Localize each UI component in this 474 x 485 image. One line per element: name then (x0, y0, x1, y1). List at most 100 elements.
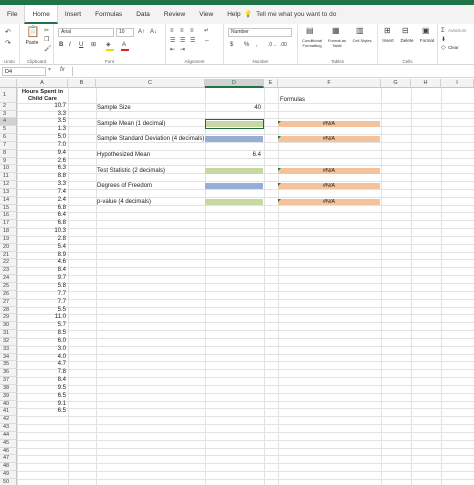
hours-value[interactable]: 9.7 (17, 275, 67, 283)
hours-value[interactable]: 2.8 (17, 236, 67, 244)
hours-value[interactable]: 3.0 (17, 346, 67, 354)
hours-value[interactable]: 10.7 (17, 103, 67, 111)
hours-value[interactable]: 5.8 (17, 283, 67, 291)
row-header-11[interactable]: 11 (0, 173, 17, 182)
row-header-18[interactable]: 18 (0, 228, 17, 236)
hours-value[interactable]: 1.3 (17, 126, 67, 134)
label-pvalue[interactable]: p-value (4 decimals) (97, 199, 151, 205)
formula-sample-mean[interactable]: #N/A (278, 121, 380, 127)
row-header-50[interactable]: 50 (0, 479, 17, 485)
hyp-mean-value[interactable]: 6.4 (205, 152, 261, 158)
row-header-17[interactable]: 17 (0, 220, 17, 229)
hours-value[interactable]: 8.8 (17, 173, 67, 181)
increase-decimal-icon[interactable]: .0→ (268, 41, 277, 49)
row-header-9[interactable]: 9 (0, 157, 17, 166)
row-header-22[interactable]: 22 (0, 259, 17, 268)
row-header-44[interactable]: 44 (0, 431, 17, 440)
fill-color-icon[interactable]: ◈ (106, 41, 111, 49)
row-header-4[interactable]: 4 (0, 118, 17, 127)
row-header-32[interactable]: 32 (0, 337, 17, 346)
row-header-16[interactable]: 16 (0, 212, 17, 221)
row-header-7[interactable]: 7 (0, 141, 17, 150)
format-cells-icon[interactable]: ▣ (422, 27, 430, 35)
hours-value[interactable]: 9.1 (17, 401, 67, 409)
row-header-34[interactable]: 34 (0, 353, 17, 362)
hours-value[interactable]: 8.4 (17, 377, 67, 385)
column-header-g[interactable]: G (381, 79, 411, 88)
hours-value[interactable]: 7.0 (17, 142, 67, 150)
label-sample-sd[interactable]: Sample Standard Deviation (4 decimals) (97, 136, 204, 142)
align-right-icon[interactable]: ☰ (190, 37, 195, 45)
shrink-font-icon[interactable]: A↓ (150, 28, 157, 36)
conditional-formatting-button[interactable]: Conditional Formatting (299, 38, 325, 48)
row-header-48[interactable]: 48 (0, 463, 17, 472)
column-header-c[interactable]: C (96, 79, 205, 88)
row-header-14[interactable]: 14 (0, 196, 17, 205)
percent-button[interactable]: % (244, 41, 249, 49)
label-sample-size[interactable]: Sample Size (97, 105, 131, 111)
row-header-13[interactable]: 13 (0, 188, 17, 197)
sample-sd-input[interactable] (205, 136, 263, 142)
row-header-2[interactable]: 2 (0, 102, 17, 111)
copy-icon[interactable]: ❐ (44, 36, 49, 44)
underline-icon[interactable]: U (79, 41, 83, 49)
conditional-formatting-icon[interactable]: ▤ (306, 27, 314, 35)
autosum-button[interactable]: AutoSum (448, 28, 467, 34)
hours-value[interactable]: 8.5 (17, 330, 67, 338)
row-header-37[interactable]: 37 (0, 377, 17, 385)
hours-value[interactable]: 4.0 (17, 354, 67, 362)
merge-center-icon[interactable]: ⇔ (204, 37, 210, 45)
dof-input[interactable] (205, 183, 263, 189)
hours-value[interactable]: 8.4 (17, 267, 67, 275)
eraser-icon[interactable]: ◇ (441, 44, 446, 52)
row-header-19[interactable]: 19 (0, 235, 17, 244)
format-painter-icon[interactable]: 🖌 (44, 45, 52, 53)
column-header-e[interactable]: E (264, 79, 278, 88)
column-header-d[interactable]: D (205, 79, 264, 88)
borders-icon[interactable]: ⊞ (91, 41, 96, 49)
hours-value[interactable]: 3.5 (17, 118, 67, 126)
decrease-indent-icon[interactable]: ⇤ (170, 46, 175, 54)
row-header-12[interactable]: 12 (0, 181, 17, 189)
column-header-i[interactable]: I (441, 79, 474, 88)
row-header-29[interactable]: 29 (0, 314, 17, 323)
row-header-41[interactable]: 41 (0, 408, 17, 417)
row-header-26[interactable]: 26 (0, 290, 17, 299)
row-header-21[interactable]: 21 (0, 251, 17, 260)
cell-styles-icon[interactable]: ▥ (356, 27, 364, 35)
undo-icon[interactable]: ↶ (5, 29, 11, 37)
row-header-5[interactable]: 5 (0, 126, 17, 135)
row-header-23[interactable]: 23 (0, 267, 17, 276)
row-header-40[interactable]: 40 (0, 400, 17, 409)
tab-home[interactable]: Home (24, 5, 58, 24)
hours-header[interactable]: Hours Spent in Child Care (17, 89, 68, 103)
hours-value[interactable]: 11.0 (17, 314, 67, 322)
row-header-39[interactable]: 39 (0, 392, 17, 401)
decrease-decimal-icon[interactable]: .00 (280, 41, 287, 49)
hours-value[interactable]: 3.3 (17, 111, 67, 119)
redo-icon[interactable]: ↷ (5, 40, 11, 48)
delete-button[interactable]: Delete (397, 38, 417, 44)
row-header-27[interactable]: 27 (0, 298, 17, 307)
hours-value[interactable]: 9.5 (17, 385, 67, 393)
select-all-corner[interactable] (0, 79, 17, 88)
align-top-icon[interactable]: ≡ (170, 27, 174, 35)
column-header-f[interactable]: F (278, 79, 381, 88)
hours-value[interactable]: 4.7 (17, 361, 67, 369)
hours-value[interactable]: 7.7 (17, 299, 67, 307)
comma-button[interactable]: , (256, 41, 258, 49)
hours-value[interactable]: 4.6 (17, 259, 67, 267)
formula-pvalue[interactable]: #N/A (278, 199, 380, 205)
font-name-select[interactable]: Arial (58, 28, 114, 37)
format-as-table-icon[interactable]: ▦ (332, 27, 340, 35)
test-stat-input[interactable] (205, 168, 263, 174)
name-box-dropdown-icon[interactable]: ▾ (48, 66, 51, 74)
hours-value[interactable]: 5.0 (17, 134, 67, 142)
row-header-45[interactable]: 45 (0, 439, 17, 448)
tab-data[interactable]: Data (129, 5, 157, 24)
hours-value[interactable]: 6.5 (17, 408, 67, 416)
cut-icon[interactable]: ✂ (44, 27, 49, 35)
tab-view[interactable]: View (192, 5, 220, 24)
row-header-35[interactable]: 35 (0, 361, 17, 370)
align-middle-icon[interactable]: ≡ (180, 27, 184, 35)
